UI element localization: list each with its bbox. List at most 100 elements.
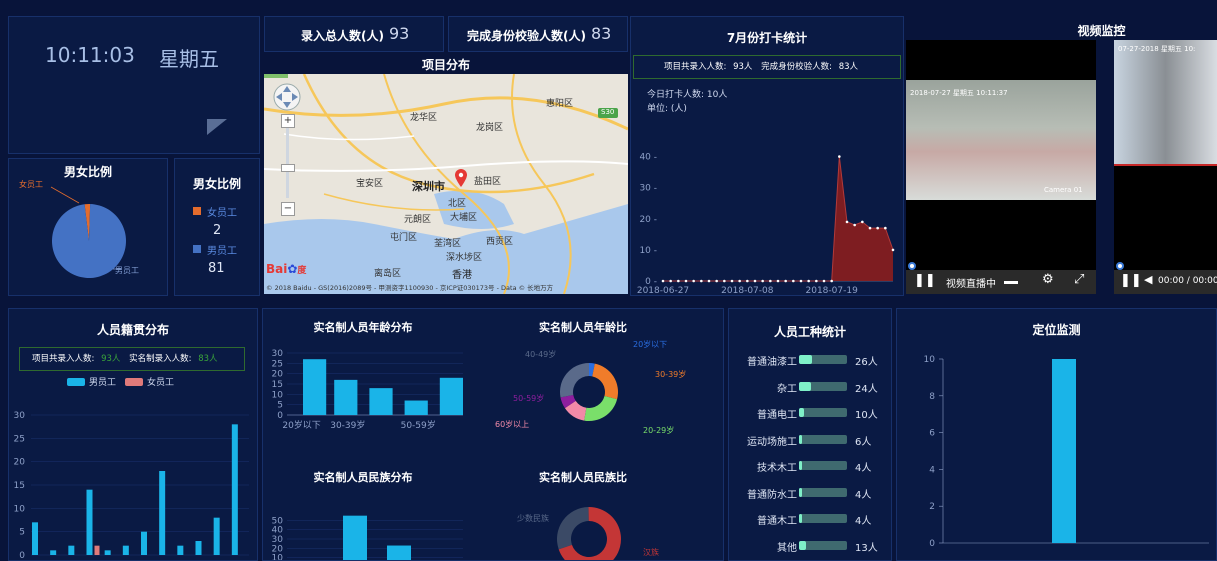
camera-1-volume-slider[interactable] bbox=[1004, 281, 1018, 284]
age-ytick-20: 20 bbox=[272, 370, 284, 380]
age-ytick-30: 30 bbox=[272, 349, 284, 359]
loc-ytick-6: 6 bbox=[929, 429, 935, 439]
work-type-name: 普通电工 bbox=[757, 410, 797, 421]
work-type-fill bbox=[799, 355, 812, 364]
map-district-3: 宝安区 bbox=[356, 179, 384, 189]
loc-ytick-2: 2 bbox=[929, 502, 935, 512]
origin-bar-male-2 bbox=[68, 545, 75, 555]
checkin-point-24 bbox=[845, 220, 849, 224]
zoom-slider-track[interactable] bbox=[286, 128, 289, 198]
clock-decoration bbox=[207, 119, 227, 135]
age-donut-label-5: 40-49岁 bbox=[525, 349, 556, 359]
checkin-xtick-0: 2018-06-27 bbox=[637, 286, 689, 296]
legend-male-swatch bbox=[67, 378, 85, 386]
zoom-slider-handle[interactable] bbox=[281, 164, 295, 172]
camera-1-controls: ❚❚ 视频直播中 ⚙ ⤢ bbox=[906, 270, 1096, 294]
camera-2-pause-icon[interactable]: ❚❚ bbox=[1120, 273, 1142, 288]
map-district-4: 深圳市 bbox=[412, 180, 445, 193]
camera-2-frame bbox=[1114, 40, 1217, 164]
age-ethnic-panel: 实名制人员年龄分布 0 5 10 15 20 25 30 20岁以下 30-39岁 50-59岁 … bbox=[262, 308, 724, 561]
map-district-10: 荃湾区 bbox=[434, 239, 462, 249]
loc-ytick-8: 8 bbox=[929, 392, 935, 402]
camera-1-fullscreen-icon[interactable]: ⤢ bbox=[1074, 272, 1084, 287]
camera-2-progress-dot[interactable] bbox=[1116, 262, 1124, 270]
gender-pie-chart bbox=[50, 186, 126, 278]
checkin-ytick-20: 20 - bbox=[639, 215, 657, 225]
checkin-point-5 bbox=[700, 279, 703, 283]
map-district-6: 北区 bbox=[448, 199, 467, 209]
work-type-title: 人员工种统计 bbox=[773, 325, 846, 339]
location-pin-icon[interactable] bbox=[454, 168, 468, 188]
origin-summary-real-label: 实名制录入人数: bbox=[129, 354, 192, 364]
work-type-row: 技术木工 4人 bbox=[729, 459, 891, 474]
baidu-logo-tail: 度 bbox=[297, 266, 307, 276]
checkin-ytick-10: 10 - bbox=[639, 246, 657, 256]
map-title: 项目分布 bbox=[421, 58, 470, 72]
age-xtick-3: 50-59岁 bbox=[401, 419, 436, 431]
camera-1-settings-icon[interactable]: ⚙ bbox=[1042, 272, 1054, 287]
age-donut-label-4: 50-59岁 bbox=[513, 393, 544, 403]
camera-2[interactable]: 07-27-2018 星期五 10: bbox=[1114, 40, 1217, 270]
work-type-track bbox=[799, 461, 847, 470]
ethnic-donut-label-0: 少数民族 bbox=[517, 513, 549, 523]
origin-summary-box: 项目共录入人数: 93人 实名制录入人数: 83人 bbox=[19, 347, 245, 371]
work-type-count: 10人 bbox=[855, 410, 878, 421]
work-type-count: 4人 bbox=[855, 516, 872, 527]
project-map[interactable]: S30 龙华区 龙岗区 惠阳区 宝安区 深圳市 盐田区 北区 元朗区 大埔区 屯… bbox=[264, 74, 628, 294]
gender-pie-female-label: 女员工 bbox=[19, 180, 43, 189]
work-type-track bbox=[799, 487, 847, 497]
work-type-name: 运动场施工 bbox=[747, 436, 797, 448]
video-title: 视频监控 bbox=[1077, 24, 1126, 38]
origin-bar-male-9 bbox=[195, 541, 202, 555]
checkin-point-15 bbox=[776, 279, 780, 283]
ethnic-bar-1 bbox=[343, 515, 367, 560]
total-count-box: 录入总人数(人) 93 bbox=[264, 16, 444, 52]
camera-1-progress-dot[interactable] bbox=[908, 262, 916, 270]
checkin-point-29 bbox=[884, 226, 887, 230]
male-count: 81 bbox=[208, 261, 225, 276]
video-panel: 视频监控 2018-07-27 星期五 10:11:37 Camera 01 ❚… bbox=[906, 16, 1217, 296]
zoom-out-button[interactable]: − bbox=[281, 202, 295, 216]
checkin-point-19 bbox=[807, 279, 810, 283]
verified-count-value: 83 bbox=[591, 24, 612, 43]
checkin-point-23 bbox=[838, 155, 841, 158]
camera-1-pause-icon[interactable]: ❚❚ bbox=[914, 273, 936, 288]
age-donut-label-2: 20-29岁 bbox=[643, 425, 674, 435]
age-donut-chart: 20岁以下 30-39岁 20-29岁 60岁以上 50-59岁 40-49岁 bbox=[495, 339, 686, 435]
camera-2-volume-icon[interactable]: ◀ bbox=[1144, 273, 1152, 286]
checkin-point-2 bbox=[677, 279, 680, 283]
age-bar-4 bbox=[439, 377, 463, 415]
work-type-row: 普通油漆工 26人 bbox=[729, 353, 891, 368]
zoom-in-button[interactable]: + bbox=[281, 114, 295, 128]
work-type-count: 24人 bbox=[855, 383, 878, 395]
map-pan-control-icon[interactable] bbox=[272, 82, 302, 112]
gender-pie-male-label: 男员工 bbox=[115, 266, 139, 275]
loc-ytick-0: 0 bbox=[929, 539, 935, 549]
map-district-14: 香港 bbox=[452, 270, 472, 281]
july-summary-verified-value: 83人 bbox=[838, 62, 859, 72]
checkin-point-6 bbox=[707, 279, 711, 283]
work-type-name: 普通油漆工 bbox=[747, 357, 797, 368]
camera-2-controls: ❚❚ ◀ 00:00 / 00:00 bbox=[1114, 270, 1217, 294]
origin-ytick-20: 20 bbox=[14, 458, 26, 468]
origin-ytick-25: 25 bbox=[14, 434, 25, 444]
camera-1-label: Camera 01 bbox=[1044, 186, 1083, 194]
age-bar-chart: 051015202530 20岁以下 30-39岁 50-59岁 bbox=[272, 349, 463, 431]
work-type-count: 26人 bbox=[855, 357, 878, 368]
july-summary-total-value: 93人 bbox=[733, 62, 753, 72]
checkin-point-1 bbox=[669, 279, 672, 283]
camera-1[interactable]: 2018-07-27 星期五 10:11:37 Camera 01 bbox=[906, 40, 1096, 270]
camera-2-redline bbox=[1114, 164, 1217, 166]
ethnic-bar-title: 实名制人员民族分布 bbox=[313, 471, 413, 484]
work-type-count: 13人 bbox=[855, 542, 878, 554]
origin-panel: 人员籍贯分布 项目共录入人数: 93人 实名制录入人数: 83人 男员工 女员工… bbox=[8, 308, 258, 561]
verified-count-box: 完成身份校验人数(人) 83 bbox=[448, 16, 628, 52]
origin-ytick-30: 30 bbox=[14, 411, 26, 421]
clock-weekday: 星期五 bbox=[159, 47, 219, 71]
ethnic-ytick-10: 10 bbox=[272, 554, 284, 561]
age-donut-label-1: 30-39岁 bbox=[655, 369, 686, 379]
age-xtick-0: 20岁以下 bbox=[282, 419, 320, 431]
origin-bar-chart: 0 5 10 15 20 25 30 bbox=[14, 411, 249, 560]
origin-bar-male-6 bbox=[141, 531, 147, 555]
age-donut-slice-2 bbox=[584, 396, 618, 421]
